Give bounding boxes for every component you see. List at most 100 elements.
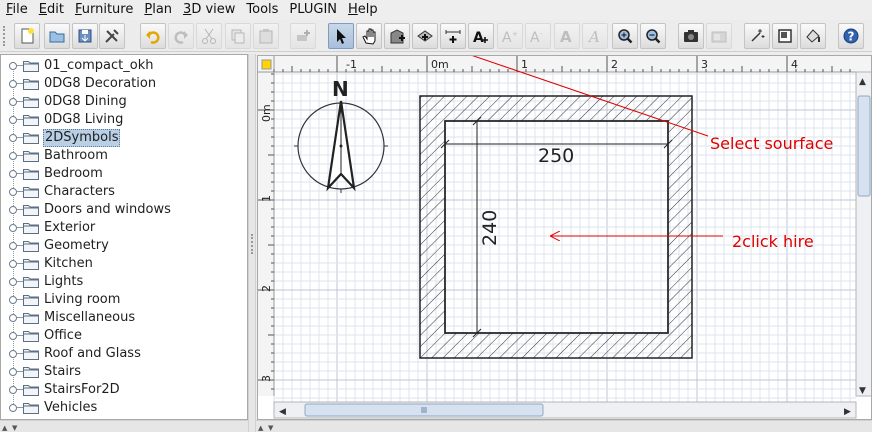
- expand-handle-icon[interactable]: [9, 350, 17, 358]
- vertical-splitter[interactable]: [248, 54, 256, 432]
- tree-item-label: 0DG8 Living: [44, 112, 124, 127]
- preferences-button[interactable]: [99, 23, 125, 49]
- tree-item[interactable]: 0DG8 Living: [1, 111, 247, 129]
- zoom-in-button[interactable]: [612, 23, 638, 49]
- menu-help[interactable]: Help: [342, 0, 383, 20]
- zoom-out-button[interactable]: [640, 23, 666, 49]
- expand-handle-icon[interactable]: [9, 134, 17, 142]
- expand-handle-icon[interactable]: [9, 278, 17, 286]
- undo-icon: [146, 31, 160, 44]
- bold-button[interactable]: A: [554, 23, 580, 49]
- create-labels-button[interactable]: A: [468, 23, 494, 49]
- tree-item[interactable]: Characters: [1, 183, 247, 201]
- collapse-up-icon[interactable]: ▲: [2, 424, 7, 432]
- tree-item-label: 0DG8 Decoration: [44, 76, 157, 91]
- cut-button[interactable]: [196, 23, 222, 49]
- create-photo-button[interactable]: [678, 23, 704, 49]
- menu-furniture[interactable]: Furniture: [69, 0, 138, 20]
- tree-item[interactable]: Kitchen: [1, 255, 247, 273]
- collapse-up-icon-2[interactable]: ▲: [258, 424, 263, 432]
- expand-handle-icon[interactable]: [9, 386, 17, 394]
- toolbar-grip[interactable]: [3, 26, 7, 46]
- expand-handle-icon[interactable]: [9, 224, 17, 232]
- room-plus-icon: [417, 30, 433, 42]
- scroll-left-icon[interactable]: ◀: [279, 407, 286, 417]
- expand-handle-icon[interactable]: [9, 314, 17, 322]
- collapse-down-icon[interactable]: ▼: [12, 424, 17, 432]
- scroll-down-icon[interactable]: ▼: [859, 386, 866, 396]
- expand-handle-icon[interactable]: [9, 260, 17, 268]
- expand-handle-icon[interactable]: [9, 62, 17, 70]
- expand-handle-icon[interactable]: [9, 116, 17, 124]
- scroll-right-icon[interactable]: ▶: [844, 407, 851, 417]
- tree-item[interactable]: Geometry: [1, 237, 247, 255]
- expand-handle-icon[interactable]: [9, 242, 17, 250]
- vertical-scroll-thumb[interactable]: [857, 95, 871, 197]
- tree-item[interactable]: 01_compact_okh: [1, 57, 247, 75]
- save-button[interactable]: [72, 23, 98, 49]
- plan-view[interactable]: -1 0m 1 2 3 4 0m 1 2 3 N 250 240 ▲ ▼ ◀ ▶…: [257, 55, 872, 420]
- decrease-text-button[interactable]: A-: [525, 23, 551, 49]
- tree-item[interactable]: 0DG8 Decoration: [1, 75, 247, 93]
- tree-item[interactable]: Lights: [1, 273, 247, 291]
- increase-text-button[interactable]: A +: [497, 23, 523, 49]
- menu-plugin[interactable]: PLUGIN: [283, 0, 342, 20]
- tree-item[interactable]: Exterior: [1, 219, 247, 237]
- redo-button[interactable]: [168, 23, 194, 49]
- tree-item[interactable]: Bathroom: [1, 147, 247, 165]
- compass[interactable]: N: [294, 77, 388, 193]
- expand-handle-icon[interactable]: [9, 368, 17, 376]
- menu-edit[interactable]: Edit: [33, 0, 69, 20]
- expand-handle-icon[interactable]: [9, 152, 17, 160]
- splitter-grip[interactable]: [251, 234, 254, 254]
- menu-plan[interactable]: Plan: [138, 0, 177, 20]
- furniture-catalog-tree[interactable]: 01_compact_okh 0DG8 Decoration 0DG8 Dining…: [0, 54, 248, 420]
- tree-item[interactable]: 2DSymbols: [1, 129, 247, 147]
- create-walls-button[interactable]: [384, 23, 410, 49]
- create-rooms-button[interactable]: [412, 23, 438, 49]
- collapse-down-icon-2[interactable]: ▼: [268, 424, 273, 432]
- create-video-button[interactable]: [706, 23, 732, 49]
- expand-handle-icon[interactable]: [9, 80, 17, 88]
- tree-item[interactable]: Doors and windows: [1, 201, 247, 219]
- create-dimensions-button[interactable]: [440, 23, 466, 49]
- tree-item[interactable]: 0DG8 Dining: [1, 93, 247, 111]
- tree-item[interactable]: Roof and Glass: [1, 345, 247, 363]
- expand-handle-icon[interactable]: [9, 206, 17, 214]
- left-bottom-splitter[interactable]: ▲ ▼: [0, 420, 248, 432]
- tree-item[interactable]: Bedroom: [1, 165, 247, 183]
- help-button[interactable]: ?: [838, 23, 864, 49]
- room-walls[interactable]: [419, 95, 693, 359]
- menu-file[interactable]: File: [0, 0, 33, 20]
- tree-item[interactable]: Miscellaneous: [1, 309, 247, 327]
- new-home-button[interactable]: [14, 23, 40, 49]
- expand-handle-icon[interactable]: [9, 404, 17, 412]
- tree-item[interactable]: Living room: [1, 291, 247, 309]
- expand-handle-icon[interactable]: [9, 98, 17, 106]
- open-button[interactable]: [44, 23, 70, 49]
- tree-item[interactable]: Stairs: [1, 363, 247, 381]
- tree-item[interactable]: Vehicles: [1, 399, 247, 417]
- plugin-button-2[interactable]: [772, 23, 798, 49]
- right-bottom-splitter[interactable]: ▲ ▼: [256, 420, 872, 432]
- undo-button[interactable]: [140, 23, 166, 49]
- expand-handle-icon[interactable]: [9, 170, 17, 178]
- italic-button[interactable]: A: [582, 23, 608, 49]
- menu-tools[interactable]: Tools: [240, 0, 283, 20]
- pan-mode-button[interactable]: [356, 23, 382, 49]
- tree-item[interactable]: StairsFor2D: [1, 381, 247, 399]
- tree-item-label: Vehicles: [44, 400, 98, 415]
- expand-handle-icon[interactable]: [9, 188, 17, 196]
- scroll-up-icon[interactable]: ▲: [859, 77, 866, 87]
- expand-handle-icon[interactable]: [9, 296, 17, 304]
- expand-handle-icon[interactable]: [9, 332, 17, 340]
- menu-3d-view[interactable]: 3D view: [177, 0, 240, 20]
- plugin-button-1[interactable]: [744, 23, 770, 49]
- tree-item[interactable]: Office: [1, 327, 247, 345]
- plugin-button-3[interactable]: [800, 23, 826, 49]
- select-mode-button[interactable]: [328, 23, 354, 49]
- copy-button[interactable]: [225, 23, 251, 49]
- add-furniture-button[interactable]: [290, 23, 316, 49]
- compass-north-label: N: [332, 77, 349, 101]
- paste-button[interactable]: [253, 23, 279, 49]
